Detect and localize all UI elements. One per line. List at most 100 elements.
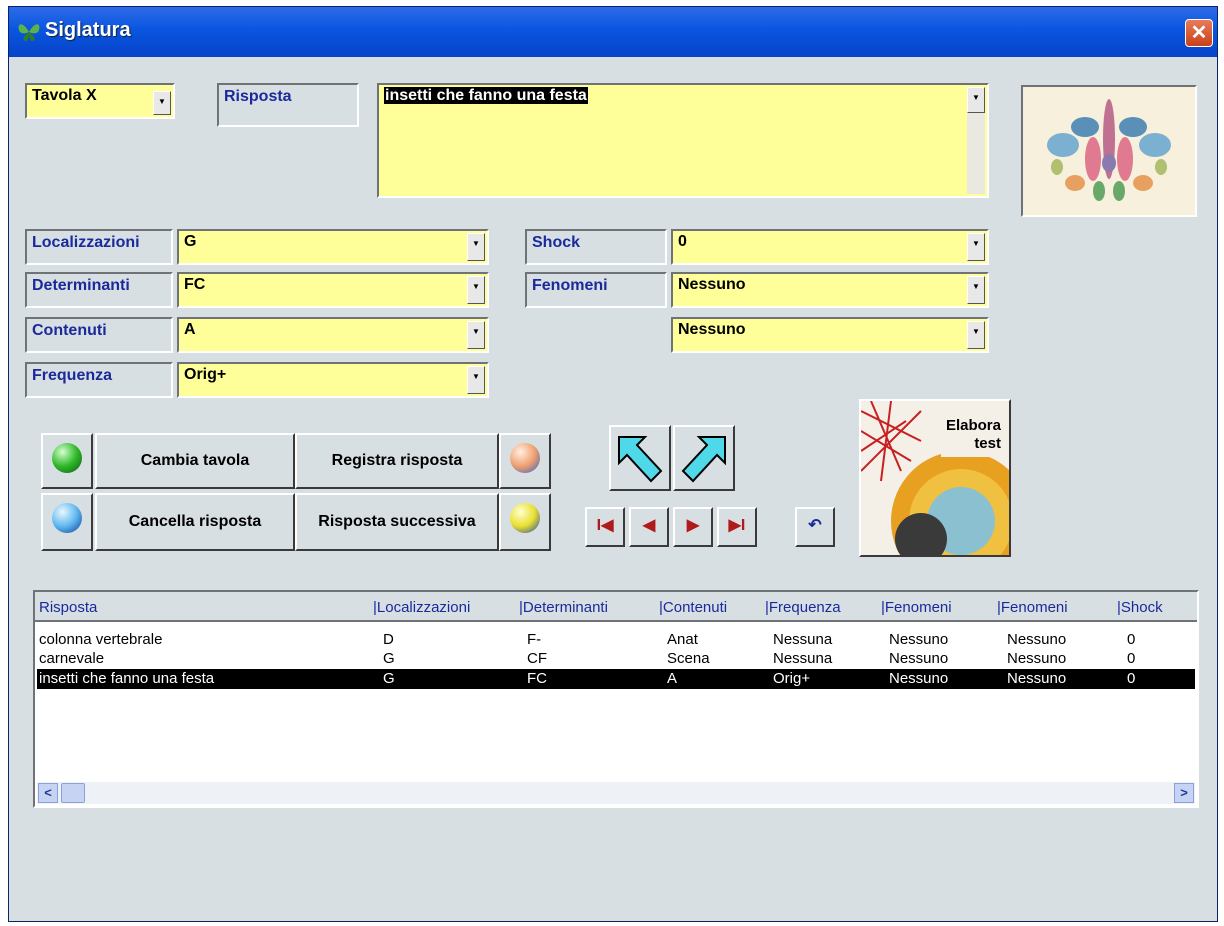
risposta-text: insetti che fanno una festa (384, 87, 588, 104)
risposta-label: Risposta (217, 83, 359, 127)
cell-risposta: colonna vertebrale (39, 631, 163, 648)
cancella-risposta-label: Cancella risposta (128, 513, 262, 530)
butterfly-icon (18, 24, 40, 41)
header-shock[interactable]: |Shock (1117, 599, 1163, 616)
cell-determinanti: CF (527, 650, 547, 667)
header-frequenza[interactable]: |Frequenza (765, 599, 841, 616)
scroll-left-icon[interactable]: < (38, 783, 58, 803)
inkblot-image (1021, 85, 1197, 217)
fenomeni-label: Fenomeni (525, 272, 667, 308)
registra-risposta-button[interactable]: Registra risposta (295, 433, 499, 489)
shock-select[interactable]: 0 (671, 229, 989, 265)
header-risposta[interactable]: Risposta (39, 599, 97, 616)
cancella-risposta-button[interactable]: Cancella risposta (95, 493, 295, 551)
cell-frequenza: Orig+ (773, 670, 811, 687)
cell-localizzazioni: G (383, 670, 395, 687)
fenomeni2-select[interactable]: Nessuno (671, 317, 989, 353)
table-header: Risposta |Localizzazioni |Determinanti |… (35, 592, 1197, 622)
close-icon: ✕ (1190, 22, 1208, 44)
scroll-thumb[interactable] (61, 783, 85, 803)
determinanti-select[interactable]: FC (177, 272, 489, 308)
scroll-right-icon[interactable]: > (1174, 783, 1194, 803)
chevron-down-icon[interactable] (467, 366, 485, 394)
fenomeni-select[interactable]: Nessuno (671, 272, 989, 308)
risposta-textarea[interactable]: insetti che fanno una festa (377, 83, 989, 198)
contenuti-select[interactable]: A (177, 317, 489, 353)
chevron-down-icon[interactable] (967, 321, 985, 349)
cell-frequenza: Nessuna (773, 650, 833, 667)
cell-risposta: insetti che fanno una festa (39, 670, 215, 687)
determinanti-label-text: Determinanti (32, 277, 130, 294)
cell-localizzazioni: G (383, 650, 395, 667)
cell-shock: 0 (1127, 631, 1136, 648)
tavola-value: Tavola X (32, 87, 97, 104)
next-record-button[interactable]: ▶ (673, 507, 713, 547)
localizzazioni-value: G (184, 233, 197, 250)
last-record-button[interactable]: ▶I (717, 507, 757, 547)
orange-globe-icon (510, 443, 540, 473)
cell-fenomeni: Nessuno (889, 631, 949, 648)
cell-fenomeni-2: Nessuno (1007, 631, 1067, 648)
siglatura-window: Siglatura ✕ Tavola X Risposta insetti ch… (8, 6, 1218, 922)
frequenza-value: Orig+ (184, 366, 227, 383)
cambia-tavola-button[interactable]: Cambia tavola (95, 433, 295, 489)
arrow-up-right-icon (681, 436, 726, 483)
chevron-down-icon[interactable] (467, 233, 485, 261)
arrow-back-button[interactable] (609, 425, 671, 491)
cell-determinanti: F- (527, 631, 542, 648)
title-bar: Siglatura ✕ (9, 7, 1217, 57)
cell-contenuti: A (667, 670, 678, 687)
textarea-scrolltrack[interactable] (967, 113, 985, 194)
elabora-test-label: Elabora test (946, 417, 1001, 453)
last-icon: ▶I (728, 517, 746, 534)
scroll-down-icon[interactable] (967, 87, 985, 113)
cambia-tavola-icon-button[interactable] (41, 433, 93, 489)
localizzazioni-select[interactable]: G (177, 229, 489, 265)
cell-fenomeni: Nessuno (889, 670, 949, 687)
cell-shock: 0 (1127, 650, 1136, 667)
tavola-select[interactable]: Tavola X (25, 83, 175, 119)
chevron-down-icon[interactable] (153, 91, 171, 115)
chevron-down-icon[interactable] (467, 321, 485, 349)
responses-table[interactable]: Risposta |Localizzazioni |Determinanti |… (33, 590, 1199, 808)
cell-fenomeni-2: Nessuno (1007, 650, 1067, 667)
horizontal-scrollbar[interactable]: < > (37, 782, 1195, 804)
risposta-successiva-button[interactable]: Risposta successiva (295, 493, 499, 551)
undo-button[interactable]: ↶ (795, 507, 835, 547)
risposta-successiva-icon-button[interactable] (499, 493, 551, 551)
header-contenuti[interactable]: |Contenuti (659, 599, 727, 616)
cell-frequenza: Nessuna (773, 631, 833, 648)
shock-label: Shock (525, 229, 667, 265)
table-row-selected[interactable]: insetti che fanno una festa G FC A Orig+… (37, 669, 1195, 689)
blue-globe-icon (52, 503, 82, 533)
yellow-globe-icon (510, 503, 540, 533)
close-button[interactable]: ✕ (1185, 19, 1213, 47)
table-row[interactable]: colonna vertebrale D F- Anat Nessuna Nes… (37, 630, 1195, 650)
registra-risposta-icon-button[interactable] (499, 433, 551, 489)
frequenza-select[interactable]: Orig+ (177, 362, 489, 398)
localizzazioni-label-text: Localizzazioni (32, 234, 140, 251)
cancella-risposta-icon-button[interactable] (41, 493, 93, 551)
prev-record-button[interactable]: ◀ (629, 507, 669, 547)
header-localizzazioni[interactable]: |Localizzazioni (373, 599, 470, 616)
header-determinanti[interactable]: |Determinanti (519, 599, 608, 616)
chevron-down-icon[interactable] (967, 276, 985, 304)
undo-icon: ↶ (808, 517, 822, 534)
elabora-line2: test (974, 435, 1001, 452)
arrow-forward-button[interactable] (673, 425, 735, 491)
first-icon: I◀ (596, 517, 614, 534)
cell-shock: 0 (1127, 670, 1136, 687)
header-fenomeni-2[interactable]: |Fenomeni (997, 599, 1068, 616)
elabora-test-button[interactable]: Elabora test (859, 399, 1011, 557)
header-fenomeni[interactable]: |Fenomeni (881, 599, 952, 616)
table-row[interactable]: carnevale G CF Scena Nessuna Nessuno Nes… (37, 649, 1195, 669)
inkblot-icon (1047, 99, 1171, 201)
chevron-down-icon[interactable] (967, 233, 985, 261)
contenuti-label-text: Contenuti (32, 322, 107, 339)
cell-fenomeni-2: Nessuno (1007, 670, 1067, 687)
determinanti-label: Determinanti (25, 272, 173, 308)
cell-localizzazioni: D (383, 631, 394, 648)
first-record-button[interactable]: I◀ (585, 507, 625, 547)
chevron-down-icon[interactable] (467, 276, 485, 304)
registra-risposta-label: Registra risposta (331, 452, 463, 469)
